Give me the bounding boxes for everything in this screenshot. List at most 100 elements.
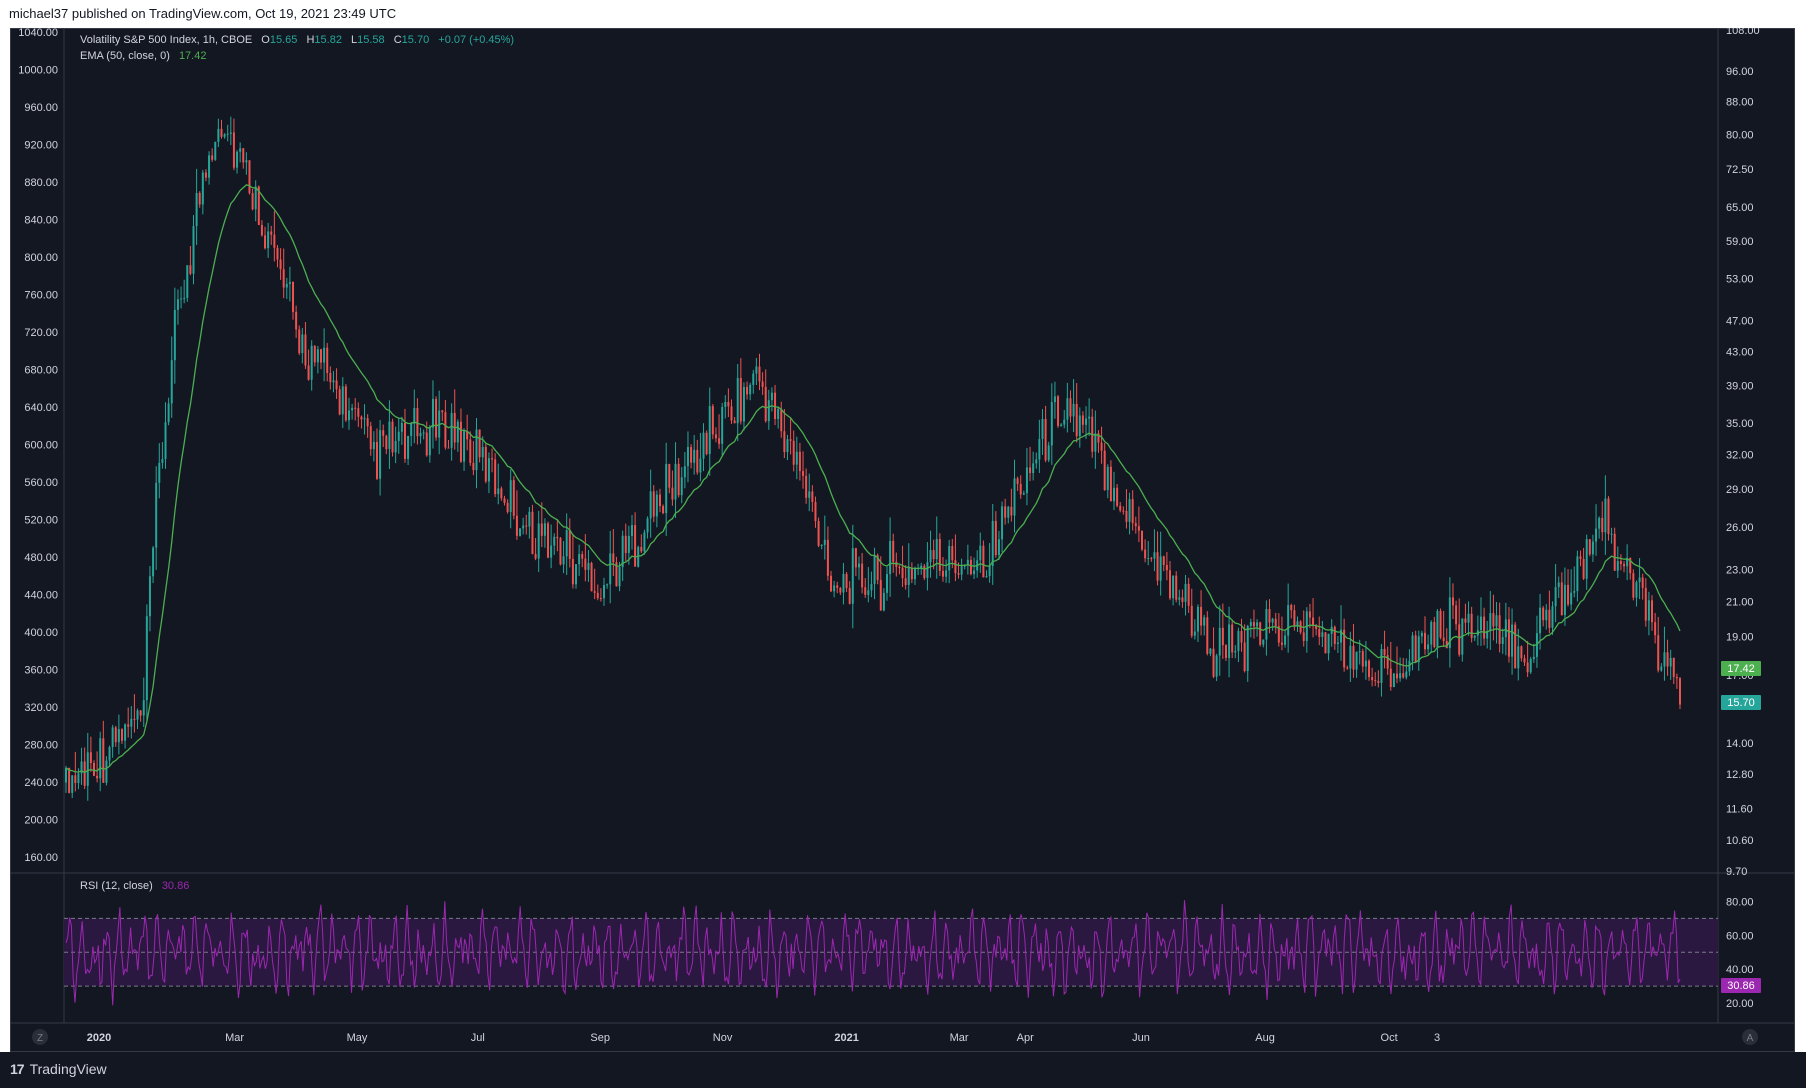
candle-body (276, 247, 279, 260)
candle-body (1623, 564, 1626, 567)
candle-body (848, 588, 851, 604)
candle-body (1209, 648, 1212, 654)
candle-body (693, 449, 696, 463)
candle-body (1545, 609, 1548, 621)
right-axis-tick: 80.00 (1726, 130, 1754, 142)
candle-body (323, 347, 326, 363)
candle-body (770, 392, 773, 401)
candle-body (1427, 644, 1430, 650)
candle-body (1184, 583, 1187, 602)
time-axis: 2020 Mar May Jul Sep Nov 2021 Mar Apr Jun Aug Oct 3 (87, 1032, 1440, 1044)
candle-body (1271, 618, 1274, 623)
candle-body (957, 573, 960, 575)
candle-body (500, 488, 503, 499)
scale-toggle-button[interactable]: Z (32, 1029, 48, 1045)
candle-body (811, 491, 814, 502)
candle-body (1215, 655, 1218, 677)
candle-body (758, 366, 761, 382)
candle-body (1433, 621, 1436, 647)
candle-body (537, 523, 540, 559)
candle-body (279, 259, 282, 270)
legend-ema: EMA (50, close, 0) 17.42 (80, 50, 206, 62)
candle-body (186, 265, 189, 298)
candle-body (842, 573, 845, 593)
candle-body (1240, 630, 1243, 643)
left-axis-tick: 360.00 (24, 665, 58, 677)
chart-svg[interactable]: 1040.00 1000.00 960.00 920.00 880.00 840.00 80… (10, 25, 1795, 1052)
candle-body (211, 155, 214, 160)
candle-body (385, 435, 388, 450)
candle-body (491, 458, 494, 460)
rsi-axis: 80.00 60.00 40.00 20.00 (1726, 896, 1754, 1010)
candle-body (923, 565, 926, 579)
candle-body (1411, 635, 1414, 661)
candle-body (861, 563, 864, 588)
candle-body (1371, 677, 1374, 681)
candle-body (515, 515, 518, 536)
candle-body (214, 141, 217, 160)
left-axis-tick: 800.00 (24, 252, 58, 264)
candle-body (705, 432, 708, 455)
candle-body (161, 459, 164, 463)
candle-body (282, 269, 285, 288)
time-axis-tick: May (347, 1032, 368, 1044)
candle-body (329, 372, 332, 383)
candle-body (292, 282, 295, 312)
candle-body (1094, 433, 1097, 452)
candle-body (1542, 607, 1545, 621)
auto-scale-button[interactable]: A (1742, 1029, 1758, 1045)
candle-body (341, 386, 344, 415)
candle-body (366, 418, 369, 427)
candle-body (1560, 582, 1563, 616)
candle-body (587, 562, 590, 570)
candle-body (1573, 591, 1576, 593)
candle-body (1047, 445, 1050, 461)
candle-body (450, 413, 453, 448)
candle-body (1324, 632, 1327, 654)
candle-body (736, 378, 739, 424)
rsi-axis-tick: 20.00 (1726, 998, 1754, 1010)
candle-body (1069, 398, 1072, 417)
candle-body (164, 422, 167, 460)
time-axis-tick: Oct (1381, 1032, 1398, 1044)
left-axis-tick: 1040.00 (18, 28, 58, 39)
candle-body (774, 392, 777, 420)
candle-body (270, 231, 273, 235)
left-axis-tick: 520.00 (24, 515, 58, 527)
candle-body (932, 550, 935, 560)
candle-body (425, 432, 428, 456)
candle-body (969, 559, 972, 575)
candle-body (627, 536, 630, 553)
time-axis-tick: 3 (1434, 1032, 1440, 1044)
candle-body (204, 172, 207, 178)
candle-body (1122, 510, 1125, 512)
candle-body (1492, 613, 1495, 627)
candle-body (1265, 608, 1268, 640)
candle-body (789, 439, 792, 441)
candle-body (839, 587, 842, 593)
rsi-axis-tick: 40.00 (1726, 964, 1754, 976)
candle-body (913, 568, 916, 580)
candle-body (1414, 635, 1417, 663)
candle-body (599, 598, 602, 600)
candle-body (630, 525, 633, 537)
candle-body (665, 463, 668, 514)
candle-body (1075, 403, 1078, 437)
candle-body (1001, 506, 1004, 540)
candle-body (394, 440, 397, 453)
candle-body (1392, 673, 1395, 688)
left-axis-tick: 720.00 (24, 327, 58, 339)
ema-price-badge: 17.42 (1721, 661, 1761, 676)
candle-body (410, 423, 413, 436)
candle-body (1109, 466, 1112, 502)
candle-body (338, 389, 341, 415)
time-axis-tick: Apr (1017, 1032, 1034, 1044)
candle-body (973, 570, 976, 575)
candle-body (854, 548, 857, 568)
candle-body (1252, 621, 1255, 627)
candle-body (991, 520, 994, 566)
tradingview-logo[interactable]: 17 TradingView (10, 1061, 107, 1077)
candle-body (363, 418, 366, 420)
candle-body (435, 398, 438, 438)
candle-body (142, 700, 145, 716)
